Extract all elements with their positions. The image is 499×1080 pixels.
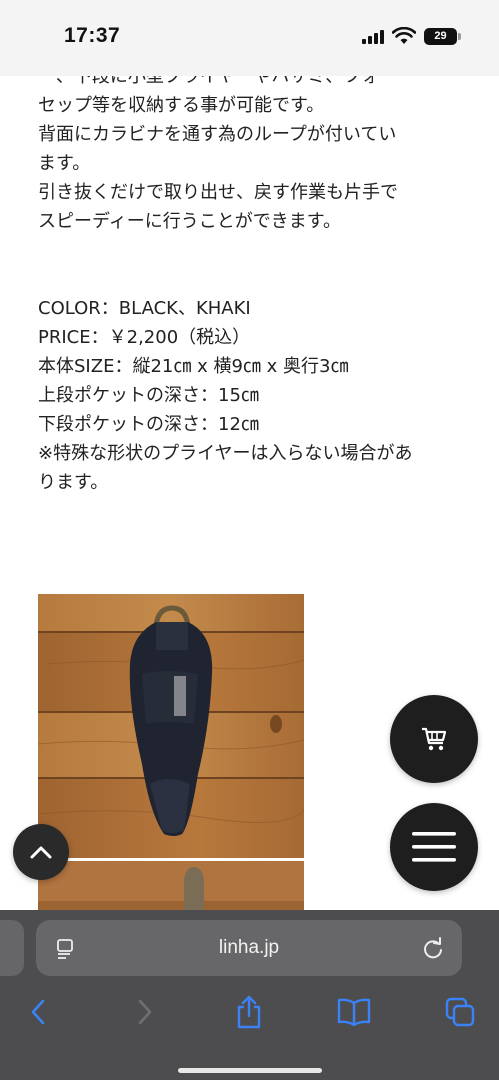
hamburger-icon (412, 832, 456, 862)
status-time: 17:37 (64, 24, 121, 47)
spec-lower-pocket: 下段ポケットの深さ：12㎝ (38, 414, 259, 435)
back-button[interactable] (14, 988, 62, 1036)
tabs-button[interactable] (436, 988, 484, 1036)
cart-icon (422, 727, 447, 751)
spec-upper-pocket: 上段ポケットの深さ：15㎝ (38, 385, 259, 406)
home-indicator (178, 1068, 322, 1073)
reload-icon[interactable] (422, 936, 444, 960)
status-icons: 29 (362, 27, 461, 45)
status-bar: 17:37 29 (0, 0, 499, 76)
chevron-up-icon (30, 846, 52, 859)
back-icon (31, 999, 45, 1025)
browser-bar: linha.jp (0, 910, 499, 1080)
spec-color: COLOR：BLACK、KHAKI (38, 298, 251, 319)
screen: ー、下段に小型プライヤーやハサミ、フォー セップ等を収納する事が可能です。 背面… (0, 0, 499, 1080)
spec-price: PRICE：￥2,200（税込） (38, 327, 251, 348)
description-line: 背面にカラビナを通す為のループが付いてい (38, 124, 397, 145)
description-line: ます。 (38, 153, 91, 174)
share-button[interactable] (225, 988, 273, 1036)
url-text: linha.jp (218, 937, 280, 958)
forward-icon (138, 999, 152, 1025)
description-line: 引き抜くだけで取り出せ、戻す作業も片手で (38, 182, 398, 203)
description-line: スピーディーに行うことができます。 (38, 211, 341, 232)
scroll-top-button[interactable] (13, 824, 69, 880)
cart-button[interactable] (390, 695, 478, 783)
product-specs: COLOR：BLACK、KHAKI PRICE：￥2,200（税込） 本体SIZ… (38, 294, 468, 497)
forward-button[interactable] (121, 988, 169, 1036)
product-article: ー、下段に小型プライヤーやハサミ、フォー セップ等を収納する事が可能です。 背面… (38, 62, 468, 497)
spec-note-cont: ります。 (38, 472, 109, 493)
menu-button[interactable] (390, 803, 478, 891)
wifi-icon (392, 27, 416, 44)
bookmarks-button[interactable] (330, 988, 378, 1036)
spec-size: 本体SIZE：縦21㎝ x 横9㎝ x 奥行3㎝ (38, 356, 349, 377)
address-bar[interactable]: linha.jp (36, 920, 462, 976)
bookmarks-icon (337, 998, 371, 1026)
spec-note: ※特殊な形状のプライヤーは入らない場合があ (38, 443, 413, 464)
previous-tab-preview[interactable] (0, 920, 24, 976)
tabs-icon (445, 997, 475, 1027)
share-icon (237, 995, 261, 1029)
signal-icon (362, 28, 384, 44)
browser-toolbar (0, 988, 499, 1044)
holster-photo (38, 594, 304, 858)
description-line: セップ等を収納する事が可能です。 (38, 95, 325, 116)
battery-icon: 29 (424, 27, 461, 45)
product-photo[interactable] (38, 594, 304, 858)
product-description: ー、下段に小型プライヤーやハサミ、フォー セップ等を収納する事が可能です。 背面… (38, 62, 468, 236)
